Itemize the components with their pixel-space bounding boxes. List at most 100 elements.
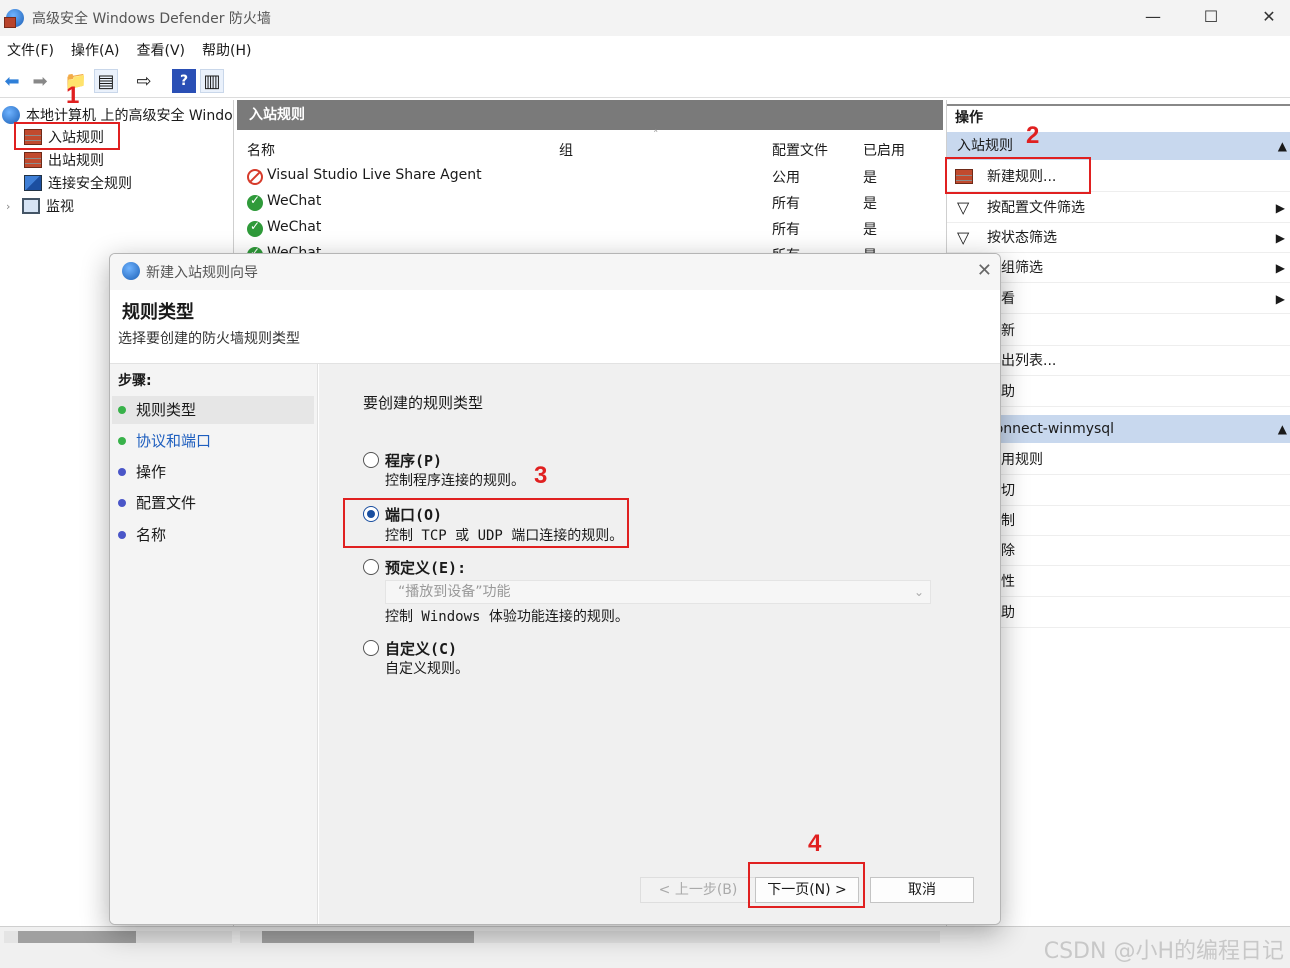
submenu-arrow-icon: ▶ (1275, 231, 1285, 245)
forward-arrow-icon[interactable]: ➡ (28, 69, 52, 93)
action-filter-profile[interactable]: ▽ 按配置文件筛选 ▶ (947, 193, 1290, 223)
tree-item-connection-security[interactable]: 连接安全规则 (24, 172, 132, 194)
actions-header: 操作 (947, 104, 1290, 130)
close-button[interactable]: ✕ (1240, 0, 1290, 36)
row-enabled: 是 (863, 222, 877, 238)
help-icon[interactable]: ? (172, 69, 196, 93)
back-arrow-icon[interactable]: ⬅ (0, 69, 24, 93)
option-predefined-desc: 控制 Windows 体验功能连接的规则。 (385, 609, 629, 625)
column-name[interactable]: 名称 (247, 140, 275, 160)
step-dot-icon (118, 499, 126, 507)
window-title: 高级安全 Windows Defender 防火墙 (32, 11, 271, 27)
collapse-triangle-icon[interactable]: ▲ (1278, 415, 1287, 443)
export-list-icon[interactable]: ⇨ (132, 69, 156, 93)
tree-item-label: 连接安全规则 (48, 176, 132, 192)
step-protocol-ports[interactable]: 协议和端口 (112, 427, 314, 455)
step-label: 协议和端口 (136, 432, 212, 450)
annotation-box-4 (748, 862, 865, 908)
annotation-box-2 (945, 157, 1091, 194)
wizard-steps: 步骤: 规则类型 协议和端口 操作 配置文件 名称 (110, 364, 318, 924)
predefined-select-value: “播放到设备”功能 (398, 584, 511, 600)
step-profile[interactable]: 配置文件 (112, 489, 314, 517)
table-row[interactable]: Visual Studio Live Share Agent 公用 是 (237, 164, 943, 190)
radio-predefined[interactable] (363, 559, 379, 575)
step-dot-icon (118, 437, 126, 445)
annotation-number-3: 3 (534, 462, 548, 489)
option-program-desc: 控制程序连接的规则。 (385, 473, 525, 489)
back-button[interactable]: < 上一步(B) (640, 877, 756, 903)
show-console-tree-icon[interactable]: ▤ (94, 69, 118, 93)
step-action[interactable]: 操作 (112, 458, 314, 486)
outbound-wall-icon (24, 152, 42, 168)
blocked-icon (247, 169, 263, 185)
menu-file[interactable]: 文件(F) (0, 40, 64, 60)
column-profile[interactable]: 配置文件 (772, 140, 828, 160)
menu-bar: 文件(F) 操作(A) 查看(V) 帮助(H) (0, 36, 1290, 64)
cancel-button[interactable]: 取消 (870, 877, 974, 903)
row-profile: 公用 (772, 170, 800, 186)
action-label: 按状态筛选 (987, 230, 1057, 246)
radio-program[interactable] (363, 452, 379, 468)
annotation-box-3 (343, 498, 629, 548)
option-custom-title[interactable]: 自定义(C) (385, 638, 457, 659)
menu-view[interactable]: 查看(V) (130, 40, 196, 60)
row-name: WeChat (267, 193, 322, 209)
tree-item-monitor[interactable]: › 监视 (6, 195, 74, 217)
toolbar: ⬅ ➡ 📁 ▤ ⇨ ? ▥ (0, 64, 1290, 98)
step-label: 名称 (136, 526, 167, 544)
list-hscroll-thumb[interactable] (262, 931, 474, 943)
dialog-title-bar: 新建入站规则向导 ✕ (110, 254, 1000, 290)
dialog-close-icon[interactable]: ✕ (977, 260, 992, 281)
connection-security-icon (24, 175, 42, 191)
wizard-heading: 规则类型 (122, 302, 194, 323)
row-profile: 所有 (772, 222, 800, 238)
minimize-button[interactable]: — (1124, 0, 1182, 36)
step-label: 操作 (136, 463, 167, 481)
title-bar: 高级安全 Windows Defender 防火墙 — ☐ ✕ (0, 0, 1290, 36)
annotation-number-2: 2 (1026, 122, 1040, 149)
menu-help[interactable]: 帮助(H) (195, 40, 261, 60)
row-enabled: 是 (863, 196, 877, 212)
column-group[interactable]: 组 (559, 140, 573, 160)
step-label: 配置文件 (136, 494, 197, 512)
submenu-arrow-icon: ▶ (1275, 261, 1285, 275)
expand-chevron-icon[interactable]: › (6, 200, 22, 213)
tree-item-outbound-rules[interactable]: 出站规则 (24, 149, 104, 171)
dialog-banner: 规则类型 选择要创建的防火墙规则类型 (110, 290, 1000, 364)
bottom-bar: CSDN @小H的编程日记 (0, 926, 1290, 968)
maximize-button[interactable]: ☐ (1182, 0, 1240, 36)
filter-funnel-icon: ▽ (957, 228, 970, 247)
step-label: 规则类型 (136, 401, 197, 419)
annotation-number-4: 4 (808, 830, 822, 857)
column-enabled[interactable]: 已启用 (863, 140, 905, 160)
wizard-subheading: 选择要创建的防火墙规则类型 (118, 331, 300, 347)
new-inbound-rule-wizard: 新建入站规则向导 ✕ 规则类型 选择要创建的防火墙规则类型 步骤: 规则类型 协… (109, 253, 1001, 925)
monitor-icon (22, 198, 40, 214)
tree-hscroll-thumb[interactable] (18, 931, 136, 943)
step-rule-type[interactable]: 规则类型 (112, 396, 314, 424)
submenu-arrow-icon: ▶ (1275, 292, 1285, 306)
wizard-content: 要创建的规则类型 程序(P) 控制程序连接的规则。 端口(O) 控制 TCP 或… (319, 364, 1000, 924)
predefined-select[interactable]: “播放到设备”功能 ⌄ (385, 580, 931, 604)
option-predefined-title[interactable]: 预定义(E): (385, 557, 466, 578)
table-row[interactable]: WeChat 所有 是 (237, 216, 943, 242)
step-dot-icon (118, 531, 126, 539)
table-row[interactable]: WeChat 所有 是 (237, 190, 943, 216)
menu-action[interactable]: 操作(A) (64, 40, 130, 60)
pane-header: 入站规则 (237, 100, 943, 130)
option-custom-desc: 自定义规则。 (385, 661, 469, 677)
row-name: Visual Studio Live Share Agent (267, 167, 482, 183)
sort-caret-icon: ˄ (653, 128, 659, 141)
option-program-title[interactable]: 程序(P) (385, 450, 442, 471)
radio-custom[interactable] (363, 640, 379, 656)
rule-type-prompt: 要创建的规则类型 (363, 394, 484, 412)
actions-section-inbound[interactable]: 入站规则 ▲ (947, 132, 1290, 160)
annotation-box-1 (14, 122, 120, 150)
step-name[interactable]: 名称 (112, 521, 314, 549)
row-name: WeChat (267, 219, 322, 235)
action-filter-state[interactable]: ▽ 按状态筛选 ▶ (947, 223, 1290, 253)
show-action-pane-icon[interactable]: ▥ (200, 69, 224, 93)
collapse-triangle-icon[interactable]: ▲ (1278, 132, 1287, 160)
section-label: 入站规则 (957, 138, 1013, 154)
dialog-title: 新建入站规则向导 (146, 265, 258, 281)
